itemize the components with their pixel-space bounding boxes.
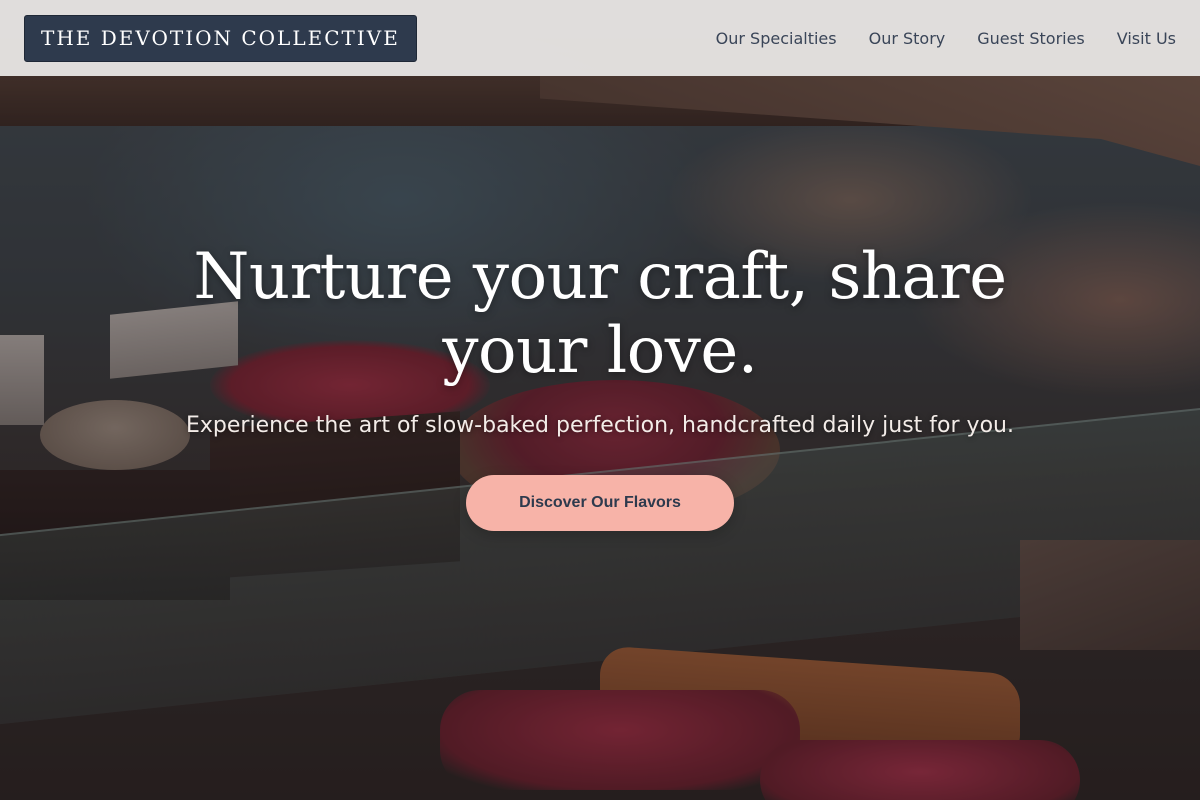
main-nav: Our Specialties Our Story Guest Stories … [716, 29, 1176, 48]
brand-logo[interactable]: THE DEVOTION COLLECTIVE [24, 14, 417, 62]
hero-title: Nurture your craft, share your love. [193, 240, 1007, 388]
nav-link-guest-stories[interactable]: Guest Stories [977, 29, 1085, 48]
nav-link-our-specialties[interactable]: Our Specialties [716, 29, 837, 48]
discover-flavors-button[interactable]: Discover Our Flavors [466, 475, 734, 531]
nav-link-our-story[interactable]: Our Story [869, 29, 946, 48]
hero-subtitle: Experience the art of slow-baked perfect… [186, 413, 1014, 438]
nav-link-visit-us[interactable]: Visit Us [1117, 29, 1176, 48]
hero-content: Nurture your craft, share your love. Exp… [160, 240, 1040, 531]
site-header: THE DEVOTION COLLECTIVE Our Specialties … [0, 0, 1200, 76]
